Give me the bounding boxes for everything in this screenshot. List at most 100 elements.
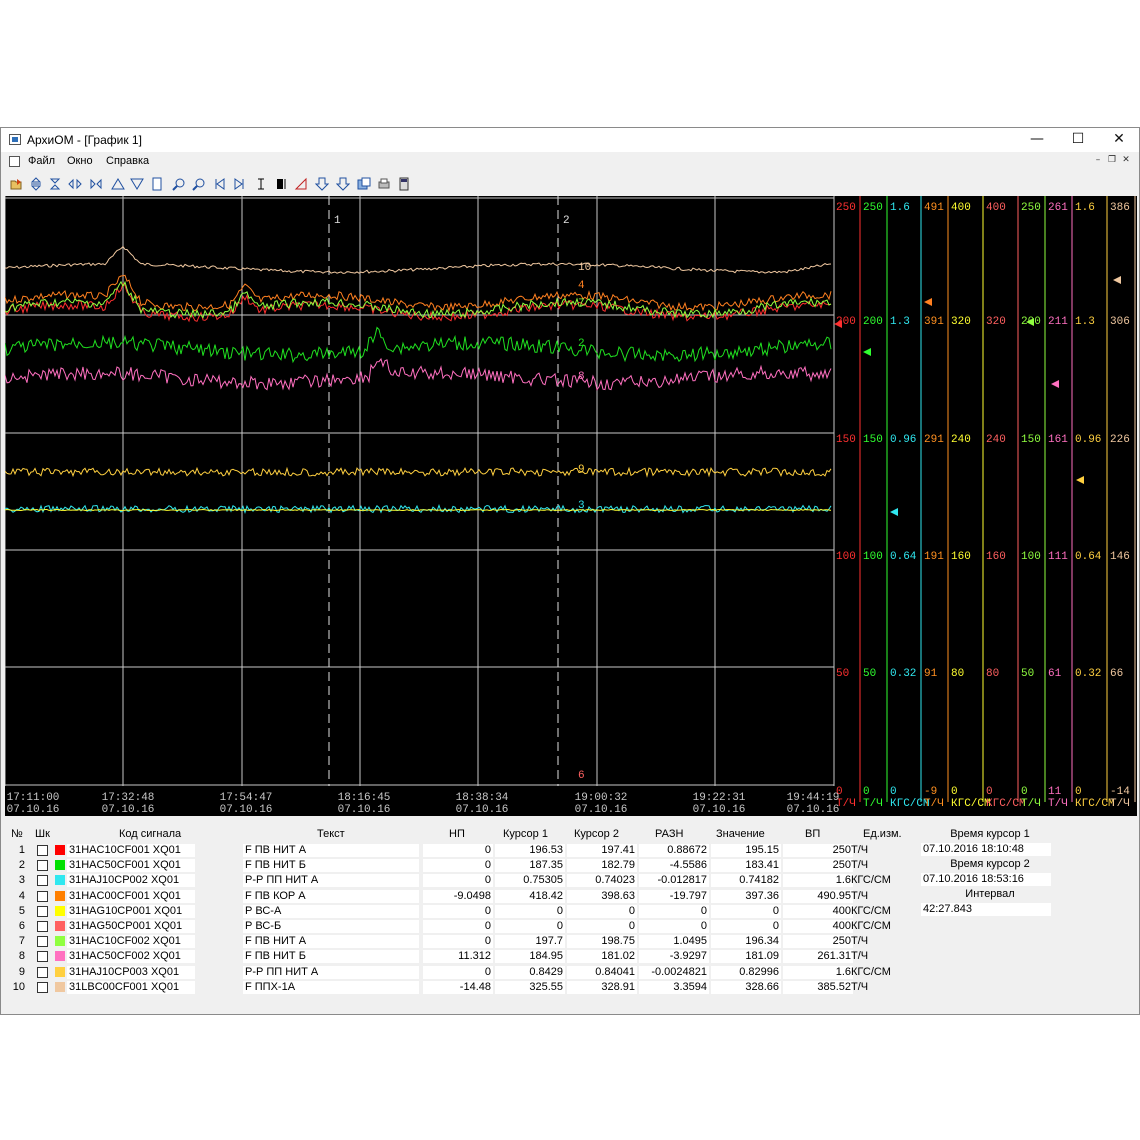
col-header-cursor2: Курсор 2 <box>574 828 619 840</box>
np-cell: 0 <box>423 920 493 933</box>
join-button[interactable] <box>88 176 104 192</box>
time-label-date: 07.10.16 <box>786 804 840 816</box>
scale-tick-label: 200 <box>1021 316 1041 328</box>
mdi-restore-button[interactable]: ❐ <box>1105 155 1119 165</box>
scale-tick-label: 0 <box>986 786 993 798</box>
mdi-close-button[interactable]: ✕ <box>1119 155 1133 165</box>
unit-cell: КГС/СМ <box>851 904 891 917</box>
table-row[interactable]: 10 31LBC00CF001 XQ01 F ППХ-1А -14.48 325.55 3… <box>5 980 1137 995</box>
color-swatch[interactable] <box>55 936 65 947</box>
zoom-out-button[interactable] <box>191 176 207 192</box>
trace-label: 6 <box>578 770 585 782</box>
cursor-2-label: 2 <box>563 215 570 227</box>
value-cell: 328.66 <box>711 980 781 994</box>
row-checkbox[interactable] <box>37 905 48 917</box>
cursor2-cell: 0.74023 <box>567 874 637 888</box>
color-swatch[interactable] <box>55 875 65 886</box>
split-button[interactable] <box>67 176 83 192</box>
np-cell: 0 <box>423 935 493 949</box>
time-label-date: 07.10.16 <box>337 804 391 816</box>
row-checkbox[interactable] <box>37 875 48 887</box>
unit-cell: Т/Ч <box>851 950 869 963</box>
table-row[interactable]: 3 31HAJ10CP002 XQ01 Р-Р ПП НИТ А 0 0.75305 0.… <box>5 873 1137 888</box>
export-icon <box>357 177 371 190</box>
row-checkbox[interactable] <box>37 890 48 902</box>
mdi-minimize-button[interactable]: – <box>1091 155 1105 165</box>
signal-text-cell: F ППХ-1А <box>243 980 419 994</box>
color-swatch[interactable] <box>55 860 65 871</box>
color-swatch[interactable] <box>55 845 65 855</box>
app-window: АрхиОМ - [График 1] — ☐ ✕ Файл Окно Спра… <box>0 127 1140 1015</box>
table-row[interactable]: 4 31HAC00CF001 XQ01 F ПВ КОР А -9.0498 418.4… <box>5 889 1137 904</box>
cursor1-cell: 0 <box>495 904 565 918</box>
minimize-button[interactable]: — <box>1017 128 1057 152</box>
collapse-vertical-button[interactable] <box>47 176 63 192</box>
triangle-down-button[interactable] <box>129 176 145 192</box>
table-row[interactable]: 7 31HAC10CF002 XQ01 F ПВ НИТ А 0 197.7 198.75… <box>5 934 1137 949</box>
color-swatch[interactable] <box>55 905 65 916</box>
split-icon <box>68 178 82 190</box>
zoom-in-button[interactable] <box>171 176 187 192</box>
maximize-button[interactable]: ☐ <box>1058 128 1098 152</box>
time-axis-label: 19:44:19 07.10.16 <box>785 792 841 816</box>
first-button[interactable] <box>212 176 228 192</box>
scale-unit-label: КГС/СМ <box>951 798 991 810</box>
table-row[interactable]: 1 31HAC10CF001 XQ01 F ПВ НИТ А 0 196.53 197.4… <box>5 843 1137 858</box>
table-row[interactable]: 2 31HAC50CF001 XQ01 F ПВ НИТ Б 0 187.35 182.7… <box>5 858 1137 873</box>
table-row[interactable]: 5 31HAG10CP001 XQ01 Р ВС-А 0 0 0 0 0 400 КГС/СМ <box>5 904 1137 919</box>
row-checkbox[interactable] <box>37 921 48 932</box>
scale-tick-label: 91 <box>924 668 938 680</box>
print-button[interactable] <box>376 176 392 192</box>
table-row[interactable]: 8 31HAC50CF002 XQ01 F ПВ НИТ Б 11.312 184.95… <box>5 949 1137 964</box>
scale-tick-label: 160 <box>951 551 971 563</box>
menu-window[interactable]: Окно <box>67 155 93 167</box>
col-header-diff: РАЗН <box>655 828 684 840</box>
row-checkbox[interactable] <box>37 981 48 993</box>
scale-tick-label: -14 <box>1110 786 1130 798</box>
bracket-button[interactable] <box>273 176 289 192</box>
table-row[interactable]: 9 31HAJ10CP003 XQ01 Р-Р ПП НИТ А 0 0.8429 0.8… <box>5 965 1137 980</box>
row-checkbox[interactable] <box>37 860 48 872</box>
last-icon <box>234 178 244 190</box>
open-button[interactable] <box>8 176 24 192</box>
signal-code-cell: 31LBC00CF001 XQ01 <box>67 980 195 994</box>
scale-tick-label: 0.96 <box>1075 434 1102 446</box>
np-cell: 11.312 <box>423 950 493 964</box>
expand-vertical-button[interactable] <box>28 176 44 192</box>
row-checkbox[interactable] <box>37 951 48 963</box>
scale-tick-label: 80 <box>951 668 965 680</box>
angle-button[interactable] <box>293 176 309 192</box>
color-swatch[interactable] <box>55 890 65 901</box>
color-swatch[interactable] <box>55 966 65 977</box>
zoom-out-icon <box>192 178 205 191</box>
diff-cell: 0.88672 <box>639 844 709 857</box>
calculator-button[interactable] <box>396 176 412 192</box>
arrow-down2-button[interactable] <box>335 176 351 192</box>
vp-cell: 385.52 <box>783 980 853 994</box>
menu-file[interactable]: Файл <box>28 155 55 167</box>
row-checkbox[interactable] <box>37 845 48 856</box>
trend-chart[interactable]: 1 2 10 4 7 2 8 9 3 6 250 200 150 100 50 0 Т/Ч 250 200 150 1… <box>5 196 1137 816</box>
triangle-up-button[interactable] <box>110 176 126 192</box>
page-button[interactable] <box>149 176 165 192</box>
cursor1-cell: 0 <box>495 920 565 933</box>
chart-canvas[interactable]: 1 2 10 4 7 2 8 9 3 6 <box>5 196 1137 816</box>
arrow-down-button[interactable] <box>314 176 330 192</box>
color-swatch[interactable] <box>55 981 65 992</box>
scale-unit-label: КГС/СМ <box>1075 798 1115 810</box>
document-icon[interactable] <box>9 156 20 167</box>
menu-help[interactable]: Справка <box>106 155 149 167</box>
row-checkbox[interactable] <box>37 936 48 948</box>
table-row[interactable]: 6 31HAG50CP001 XQ01 Р ВС-Б 0 0 0 0 0 400 КГС/СМ <box>5 919 1137 934</box>
unit-cell: Т/Ч <box>851 859 869 872</box>
export-button[interactable] <box>356 176 372 192</box>
color-swatch[interactable] <box>55 951 65 962</box>
color-swatch[interactable] <box>55 921 65 931</box>
close-button[interactable]: ✕ <box>1099 128 1139 152</box>
value-cell: 0.82996 <box>711 965 781 979</box>
cursor-button[interactable] <box>253 176 269 192</box>
signal-text-cell: F ПВ НИТ Б <box>243 859 419 873</box>
scale-tick-label: 226 <box>1110 434 1130 446</box>
last-button[interactable] <box>231 176 247 192</box>
row-checkbox[interactable] <box>37 966 48 978</box>
